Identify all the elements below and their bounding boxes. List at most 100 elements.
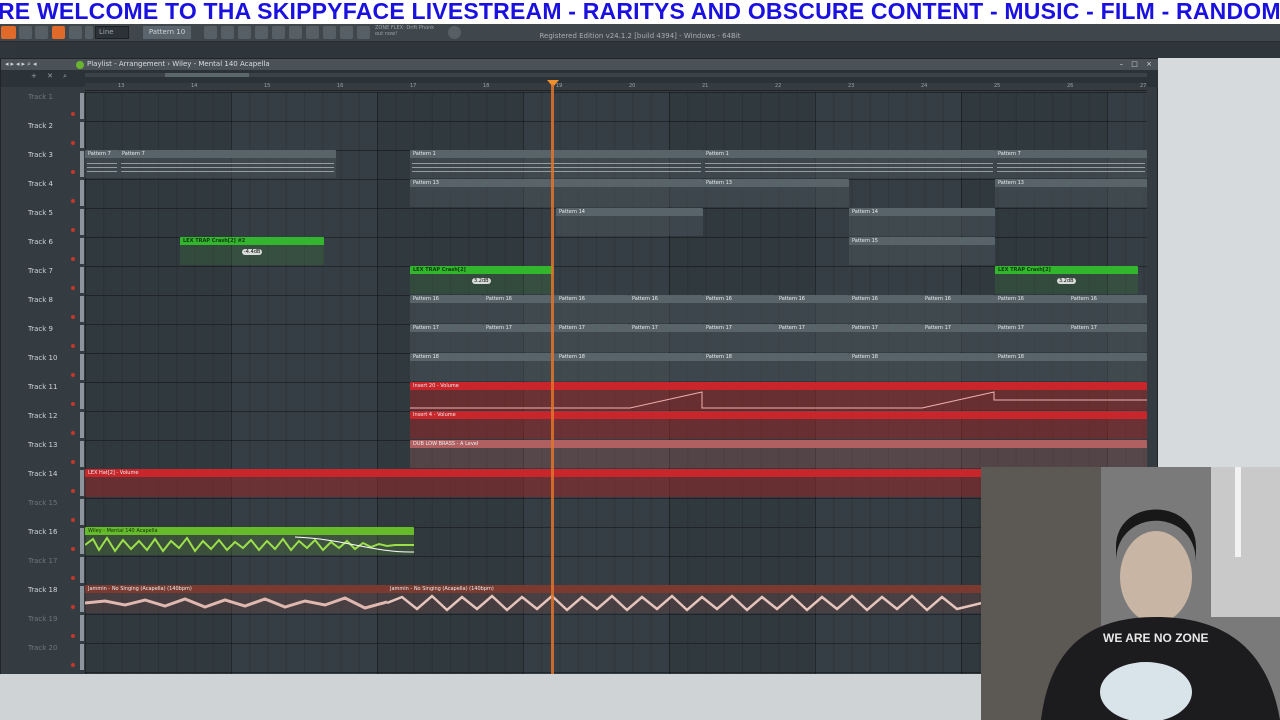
track-label[interactable]: Track 1 [28,93,53,101]
pattern-clip[interactable]: Pattern 16 [410,295,483,323]
track-mute-strip[interactable] [80,383,84,409]
track-mute-strip[interactable] [80,354,84,380]
track-record-dot[interactable] [71,460,75,464]
track-record-dot[interactable] [71,170,75,174]
pattern-clip[interactable]: Pattern 18 [849,353,995,381]
track-record-dot[interactable] [71,344,75,348]
track-record-dot[interactable] [71,402,75,406]
track-mute-strip[interactable] [80,151,84,177]
pattern-clip[interactable]: Pattern 17 [849,324,922,352]
track-record-dot[interactable] [71,605,75,609]
automation-clip[interactable]: Insert 20 - Volume [410,382,1147,410]
track-record-dot[interactable] [71,141,75,145]
audio-clip[interactable]: LEX TRAP Crash[2] #2 -4.4dB [180,237,324,265]
track-record-dot[interactable] [71,663,75,667]
track-label[interactable]: Track 20 [28,644,57,652]
track-mute-strip[interactable] [80,412,84,438]
pattern-clip[interactable]: Pattern 13 [703,179,849,207]
pattern-clip[interactable]: Pattern 13 [410,179,703,207]
pattern-clip[interactable]: Pattern 17 [1068,324,1147,352]
pattern-clip[interactable]: Pattern 16 [995,295,1068,323]
track-mute-strip[interactable] [80,557,84,583]
pattern-clip[interactable]: Pattern 18 [703,353,849,381]
automation-clip[interactable]: LEX Hat[2] - Volume [85,469,982,497]
track-label[interactable]: Track 3 [28,151,53,159]
pattern-clip[interactable]: Pattern 17 [556,324,629,352]
track-record-dot[interactable] [71,634,75,638]
track-mute-strip[interactable] [80,499,84,525]
pattern-clip[interactable]: Pattern 13 [995,179,1147,207]
track-label[interactable]: Track 18 [28,586,57,594]
track-mute-strip[interactable] [80,238,84,264]
track-label[interactable]: Track 19 [28,615,57,623]
pattern-clip[interactable]: Pattern 1 [410,150,703,178]
track-mute-strip[interactable] [80,441,84,467]
track-record-dot[interactable] [71,431,75,435]
audio-clip[interactable]: Wiley - Mental 140 Acapella [85,527,414,555]
track-label[interactable]: Track 6 [28,238,53,246]
track-label[interactable]: Track 15 [28,499,57,507]
pattern-clip[interactable]: Pattern 16 [776,295,849,323]
track-label[interactable]: Track 5 [28,209,53,217]
track-record-dot[interactable] [71,489,75,493]
track-record-dot[interactable] [71,199,75,203]
track-mute-strip[interactable] [80,296,84,322]
track-label[interactable]: Track 10 [28,354,57,362]
track-mute-strip[interactable] [80,615,84,641]
track-mute-strip[interactable] [80,180,84,206]
pattern-clip[interactable]: Pattern 7 [119,150,336,178]
track-mute-strip[interactable] [80,325,84,351]
track-label[interactable]: Track 7 [28,267,53,275]
track-record-dot[interactable] [71,257,75,261]
track-mute-strip[interactable] [80,209,84,235]
track-label[interactable]: Track 9 [28,325,53,333]
track-record-dot[interactable] [71,518,75,522]
automation-clip[interactable]: Insert 4 - Volume [410,411,1147,439]
pattern-clip[interactable]: Pattern 17 [995,324,1068,352]
scroll-thumb[interactable] [165,73,249,77]
track-mute-strip[interactable] [80,122,84,148]
time-ruler[interactable]: 13 14 15 16 17 18 19 20 21 22 23 24 25 26 27 [85,83,1147,91]
track-label[interactable]: Track 8 [28,296,53,304]
tool-icons[interactable]: + ✕ ⌕ [31,72,71,81]
pattern-clip[interactable]: Pattern 7 [995,150,1147,178]
track-label[interactable]: Track 17 [28,557,57,565]
overview-scrollbar[interactable] [85,73,1147,77]
pattern-clip[interactable]: Pattern 16 [483,295,556,323]
audio-clip[interactable]: LEX TRAP Crash[2] 3.2dB [410,266,553,294]
window-controls[interactable]: – □ × [1120,59,1155,70]
pattern-clip[interactable]: Pattern 18 [410,353,556,381]
track-mute-strip[interactable] [80,586,84,612]
playlist-titlebar[interactable]: ◂▸◂▸⌕◂ Playlist - Arrangement › Wiley - … [1,59,1159,70]
audio-clip[interactable]: LEX TRAP Crash[2] 3.2dB [995,266,1138,294]
track-label[interactable]: Track 11 [28,383,57,391]
track-mute-strip[interactable] [80,93,84,119]
track-record-dot[interactable] [71,373,75,377]
pattern-clip[interactable]: Pattern 16 [922,295,995,323]
track-label[interactable]: Track 12 [28,412,57,420]
track-mute-strip[interactable] [80,267,84,293]
track-label[interactable]: Track 16 [28,528,57,536]
pattern-clip[interactable]: Pattern 1 [703,150,995,178]
track-mute-strip[interactable] [80,528,84,554]
pattern-clip[interactable]: Pattern 17 [410,324,483,352]
pattern-clip[interactable]: Pattern 17 [483,324,556,352]
pattern-clip[interactable]: Pattern 16 [1068,295,1147,323]
audio-clip[interactable]: Jammin - No Singing (Acapella) (140bpm) [85,585,387,613]
track-mute-strip[interactable] [80,470,84,496]
nav-arrows-icon[interactable]: ◂▸◂▸⌕◂ [5,59,39,70]
pattern-clip[interactable]: Pattern 14 [849,208,995,236]
track-record-dot[interactable] [71,547,75,551]
pattern-clip[interactable]: Pattern 17 [629,324,703,352]
pattern-clip[interactable]: Pattern 16 [556,295,629,323]
track-record-dot[interactable] [71,576,75,580]
pattern-clip[interactable]: Pattern 17 [922,324,995,352]
pattern-clip[interactable]: Pattern 14 [556,208,703,236]
automation-clip[interactable]: DUB LOW BRASS - A Level [410,440,1147,468]
pattern-clip[interactable]: Pattern 15 [849,237,995,265]
track-label[interactable]: Track 2 [28,122,53,130]
track-record-dot[interactable] [71,286,75,290]
track-label[interactable]: Track 14 [28,470,57,478]
pattern-clip[interactable]: Pattern 18 [556,353,703,381]
audio-clip[interactable]: Jammin - No Singing (Acapella) (140bpm) [387,585,982,613]
